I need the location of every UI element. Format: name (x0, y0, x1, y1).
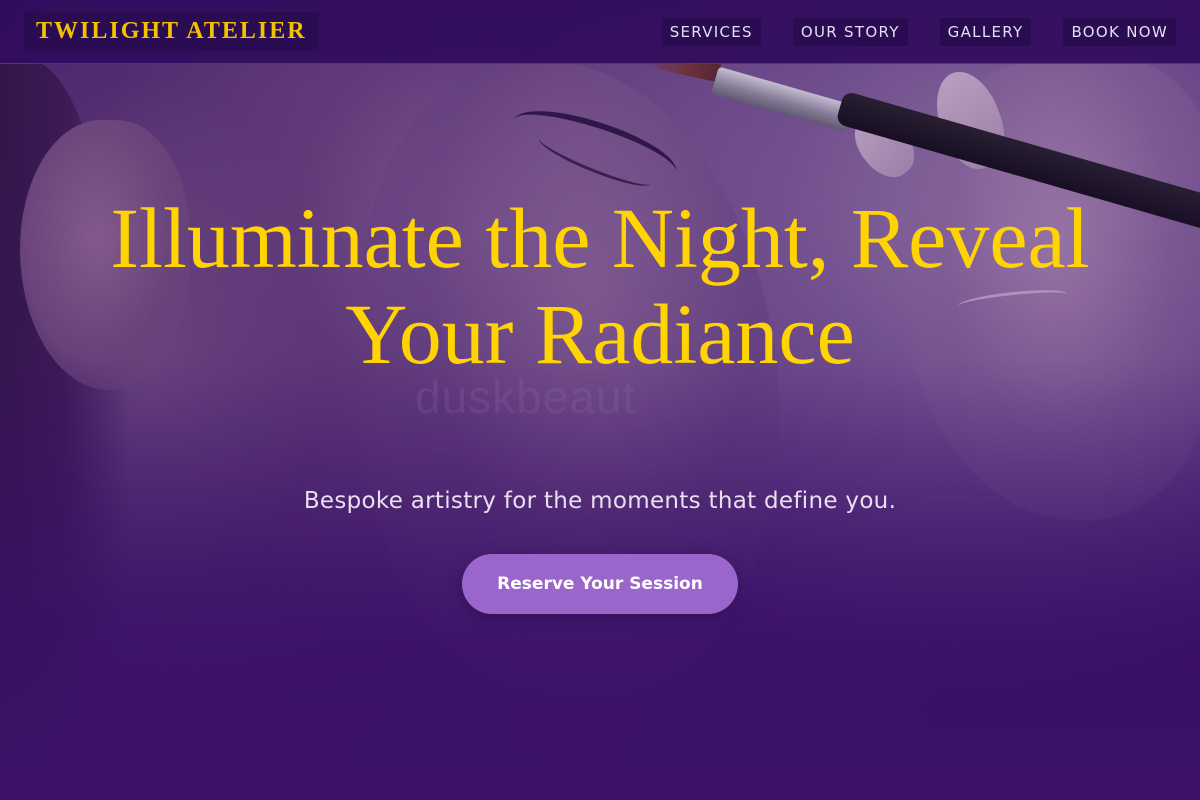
nav-link-services[interactable]: SERVICES (661, 17, 761, 46)
main-nav: SERVICES OUR STORY GALLERY BOOK NOW (661, 17, 1176, 46)
site-header: TWILIGHT ATELIER SERVICES OUR STORY GALL… (0, 0, 1200, 64)
nav-link-gallery[interactable]: GALLERY (939, 17, 1032, 46)
nav-link-book-now[interactable]: BOOK NOW (1063, 17, 1176, 46)
hero-section: Illuminate the Night, Reveal Your Radian… (0, 64, 1200, 800)
brand-logo[interactable]: TWILIGHT ATELIER (24, 12, 319, 51)
hero-title: Illuminate the Night, Reveal Your Radian… (110, 190, 1090, 382)
nav-link-our-story[interactable]: OUR STORY (792, 17, 908, 46)
hero-subtitle: Bespoke artistry for the moments that de… (303, 488, 897, 514)
reserve-session-button[interactable]: Reserve Your Session (462, 554, 738, 614)
